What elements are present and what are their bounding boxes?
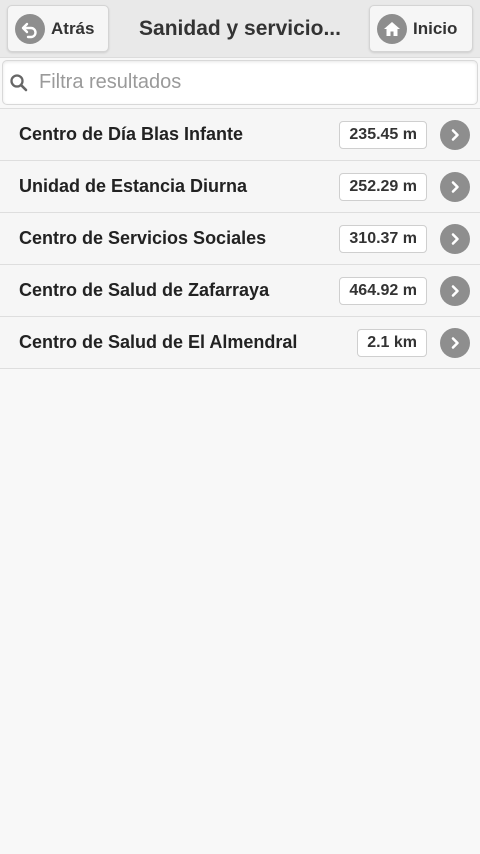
distance-badge: 252.29 m <box>339 173 427 201</box>
item-name: Centro de Servicios Sociales <box>19 228 267 248</box>
home-button[interactable]: Inicio <box>369 5 473 52</box>
back-button-label: Atrás <box>51 18 95 38</box>
search-bar <box>2 60 478 105</box>
home-button-label: Inicio <box>413 18 458 38</box>
chevron-right-icon[interactable] <box>440 224 470 254</box>
list-item[interactable]: Unidad de Estancia Diurna 252.29 m <box>0 161 480 213</box>
item-name: Centro de Salud de Zafarraya <box>19 280 270 300</box>
search-icon <box>10 73 28 91</box>
item-name: Unidad de Estancia Diurna <box>19 176 248 196</box>
results-list: Centro de Día Blas Infante 235.45 m Unid… <box>0 108 480 369</box>
distance-badge: 2.1 km <box>357 329 427 357</box>
distance-badge: 235.45 m <box>339 121 427 149</box>
distance-badge: 310.37 m <box>339 225 427 253</box>
back-arrow-icon <box>15 13 45 44</box>
item-name: Centro de Día Blas Infante <box>19 124 244 144</box>
list-item[interactable]: Centro de Salud de Zafarraya 464.92 m <box>0 265 480 317</box>
chevron-right-icon[interactable] <box>440 276 470 306</box>
chevron-right-icon[interactable] <box>440 120 470 150</box>
page-title: Sanidad y servicio... <box>139 17 341 40</box>
back-button[interactable]: Atrás <box>7 5 109 52</box>
header-bar: Atrás Sanidad y servicio... Inicio <box>0 0 480 58</box>
list-item[interactable]: Centro de Servicios Sociales 310.37 m <box>0 213 480 265</box>
chevron-right-icon[interactable] <box>440 172 470 202</box>
list-item[interactable]: Centro de Salud de El Almendral 2.1 km <box>0 317 480 369</box>
item-name: Centro de Salud de El Almendral <box>19 332 298 352</box>
search-input[interactable] <box>39 71 459 94</box>
list-item[interactable]: Centro de Día Blas Infante 235.45 m <box>0 109 480 161</box>
home-icon <box>377 13 407 44</box>
chevron-right-icon[interactable] <box>440 328 470 358</box>
distance-badge: 464.92 m <box>339 277 427 305</box>
